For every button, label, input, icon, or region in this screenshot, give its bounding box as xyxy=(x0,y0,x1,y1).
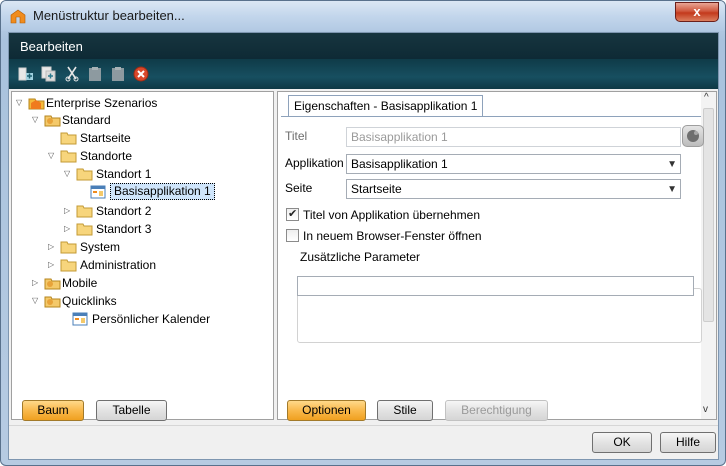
collapse-arrow-icon[interactable]: ▽ xyxy=(16,98,25,107)
expand-arrow-icon[interactable]: ▷ xyxy=(64,224,73,233)
applikation-value: Basisapplikation 1 xyxy=(351,157,448,171)
applikation-select[interactable]: Basisapplikation 1 ▼ xyxy=(346,154,681,174)
app-icon xyxy=(10,9,26,25)
title-bar[interactable]: Menüstruktur bearbeiten... x xyxy=(1,1,725,31)
tree-label: Enterprise Szenarios xyxy=(46,96,158,110)
chevron-down-icon[interactable]: ▼ xyxy=(667,156,677,174)
application-icon xyxy=(90,184,107,199)
scroll-thumb[interactable] xyxy=(703,108,714,322)
folder-icon xyxy=(76,166,93,181)
tree-label: Mobile xyxy=(62,276,98,290)
expand-arrow-icon[interactable]: ▷ xyxy=(64,206,73,215)
menu-edit[interactable]: Bearbeiten xyxy=(20,39,83,54)
palette-icon xyxy=(687,130,699,142)
expand-arrow-icon[interactable]: ▷ xyxy=(48,260,57,269)
copy-item-icon[interactable] xyxy=(41,66,57,82)
toolbar xyxy=(9,59,718,89)
dialog-window: Menüstruktur bearbeiten... x Bearbeiten xyxy=(0,0,726,466)
window-title: Menüstruktur bearbeiten... xyxy=(33,8,185,23)
tree-label: Startseite xyxy=(80,131,131,145)
tree-label: Quicklinks xyxy=(62,294,117,308)
group-folder-icon xyxy=(44,112,61,127)
titel-label: Titel xyxy=(285,129,308,143)
collapse-arrow-icon[interactable]: ▽ xyxy=(48,151,57,160)
folder-icon xyxy=(60,148,77,163)
tree-label: Basisapplikation 1 xyxy=(110,183,215,200)
collapse-arrow-icon[interactable]: ▽ xyxy=(64,169,73,178)
add-item-icon[interactable] xyxy=(18,66,34,82)
delete-icon[interactable] xyxy=(133,66,149,82)
neues-fenster-label: In neuem Browser-Fenster öffnen xyxy=(303,229,482,243)
folder-icon xyxy=(60,257,77,272)
neues-fenster-checkbox[interactable] xyxy=(286,229,299,242)
scroll-down-icon[interactable]: v xyxy=(703,404,708,415)
tree-pane[interactable]: ▽ Enterprise Szenarios ▽ Standard Starts… xyxy=(11,91,274,420)
dialog-body: Bearbeiten ▽ Enterprise Szenarios ▽ Stan… xyxy=(8,32,719,460)
titel-field: Basisapplikation 1 xyxy=(346,127,681,147)
chevron-down-icon[interactable]: ▼ xyxy=(667,181,677,199)
tree-label: Standort 3 xyxy=(96,222,152,236)
titel-uebernehmen-checkbox[interactable]: ✔ xyxy=(286,208,299,221)
portal-folder-icon xyxy=(28,95,45,110)
expand-arrow-icon[interactable]: ▷ xyxy=(32,278,41,287)
group-folder-icon xyxy=(44,275,61,290)
tab-eigenschaften[interactable]: Eigenschaften - Basisapplikation 1 xyxy=(288,95,484,117)
footer-divider xyxy=(9,425,718,426)
seite-value: Startseite xyxy=(351,182,402,196)
tree-label: Persönlicher Kalender xyxy=(92,312,211,326)
parameter-legend: Zusätzliche Parameter xyxy=(298,250,423,264)
baum-button[interactable]: Baum xyxy=(22,400,84,421)
tab-underline xyxy=(281,116,701,117)
berechtigung-button: Berechtigung xyxy=(445,400,548,421)
hilfe-button[interactable]: Hilfe xyxy=(660,432,716,453)
folder-icon xyxy=(60,130,77,145)
check-icon: ✔ xyxy=(288,208,298,220)
tree-label: Standard xyxy=(62,113,111,127)
folder-icon xyxy=(76,221,93,236)
menu-bar: Bearbeiten xyxy=(9,33,718,59)
calendar-icon xyxy=(72,311,89,326)
appearance-button[interactable] xyxy=(682,125,704,147)
group-folder-icon xyxy=(44,293,61,308)
tree-label: Standort 2 xyxy=(96,204,152,218)
tree-label: System xyxy=(80,240,121,254)
collapse-arrow-icon[interactable]: ▽ xyxy=(32,296,41,305)
expand-arrow-icon[interactable]: ▷ xyxy=(48,242,57,251)
tabelle-button[interactable]: Tabelle xyxy=(96,400,167,421)
applikation-label: Applikation xyxy=(285,156,344,170)
tree-label: Standorte xyxy=(80,149,133,163)
tree-label: Administration xyxy=(80,258,157,272)
folder-icon xyxy=(60,239,77,254)
optionen-button[interactable]: Optionen xyxy=(287,400,366,421)
cut-icon[interactable] xyxy=(64,66,80,82)
folder-icon xyxy=(76,203,93,218)
close-button[interactable]: x xyxy=(675,2,719,22)
collapse-arrow-icon[interactable]: ▽ xyxy=(32,115,41,124)
stile-button[interactable]: Stile xyxy=(377,400,433,421)
seite-select[interactable]: Startseite ▼ xyxy=(346,179,681,199)
ok-button[interactable]: OK xyxy=(592,432,652,453)
paste-below-icon[interactable] xyxy=(110,66,126,82)
seite-label: Seite xyxy=(285,181,313,195)
parameter-group xyxy=(297,288,702,343)
tree-label: Standort 1 xyxy=(96,167,152,181)
parameter-input[interactable] xyxy=(297,276,694,296)
titel-uebernehmen-label: Titel von Applikation übernehmen xyxy=(303,208,480,222)
paste-icon[interactable] xyxy=(87,66,103,82)
scroll-up-icon[interactable]: ^ xyxy=(704,92,709,103)
